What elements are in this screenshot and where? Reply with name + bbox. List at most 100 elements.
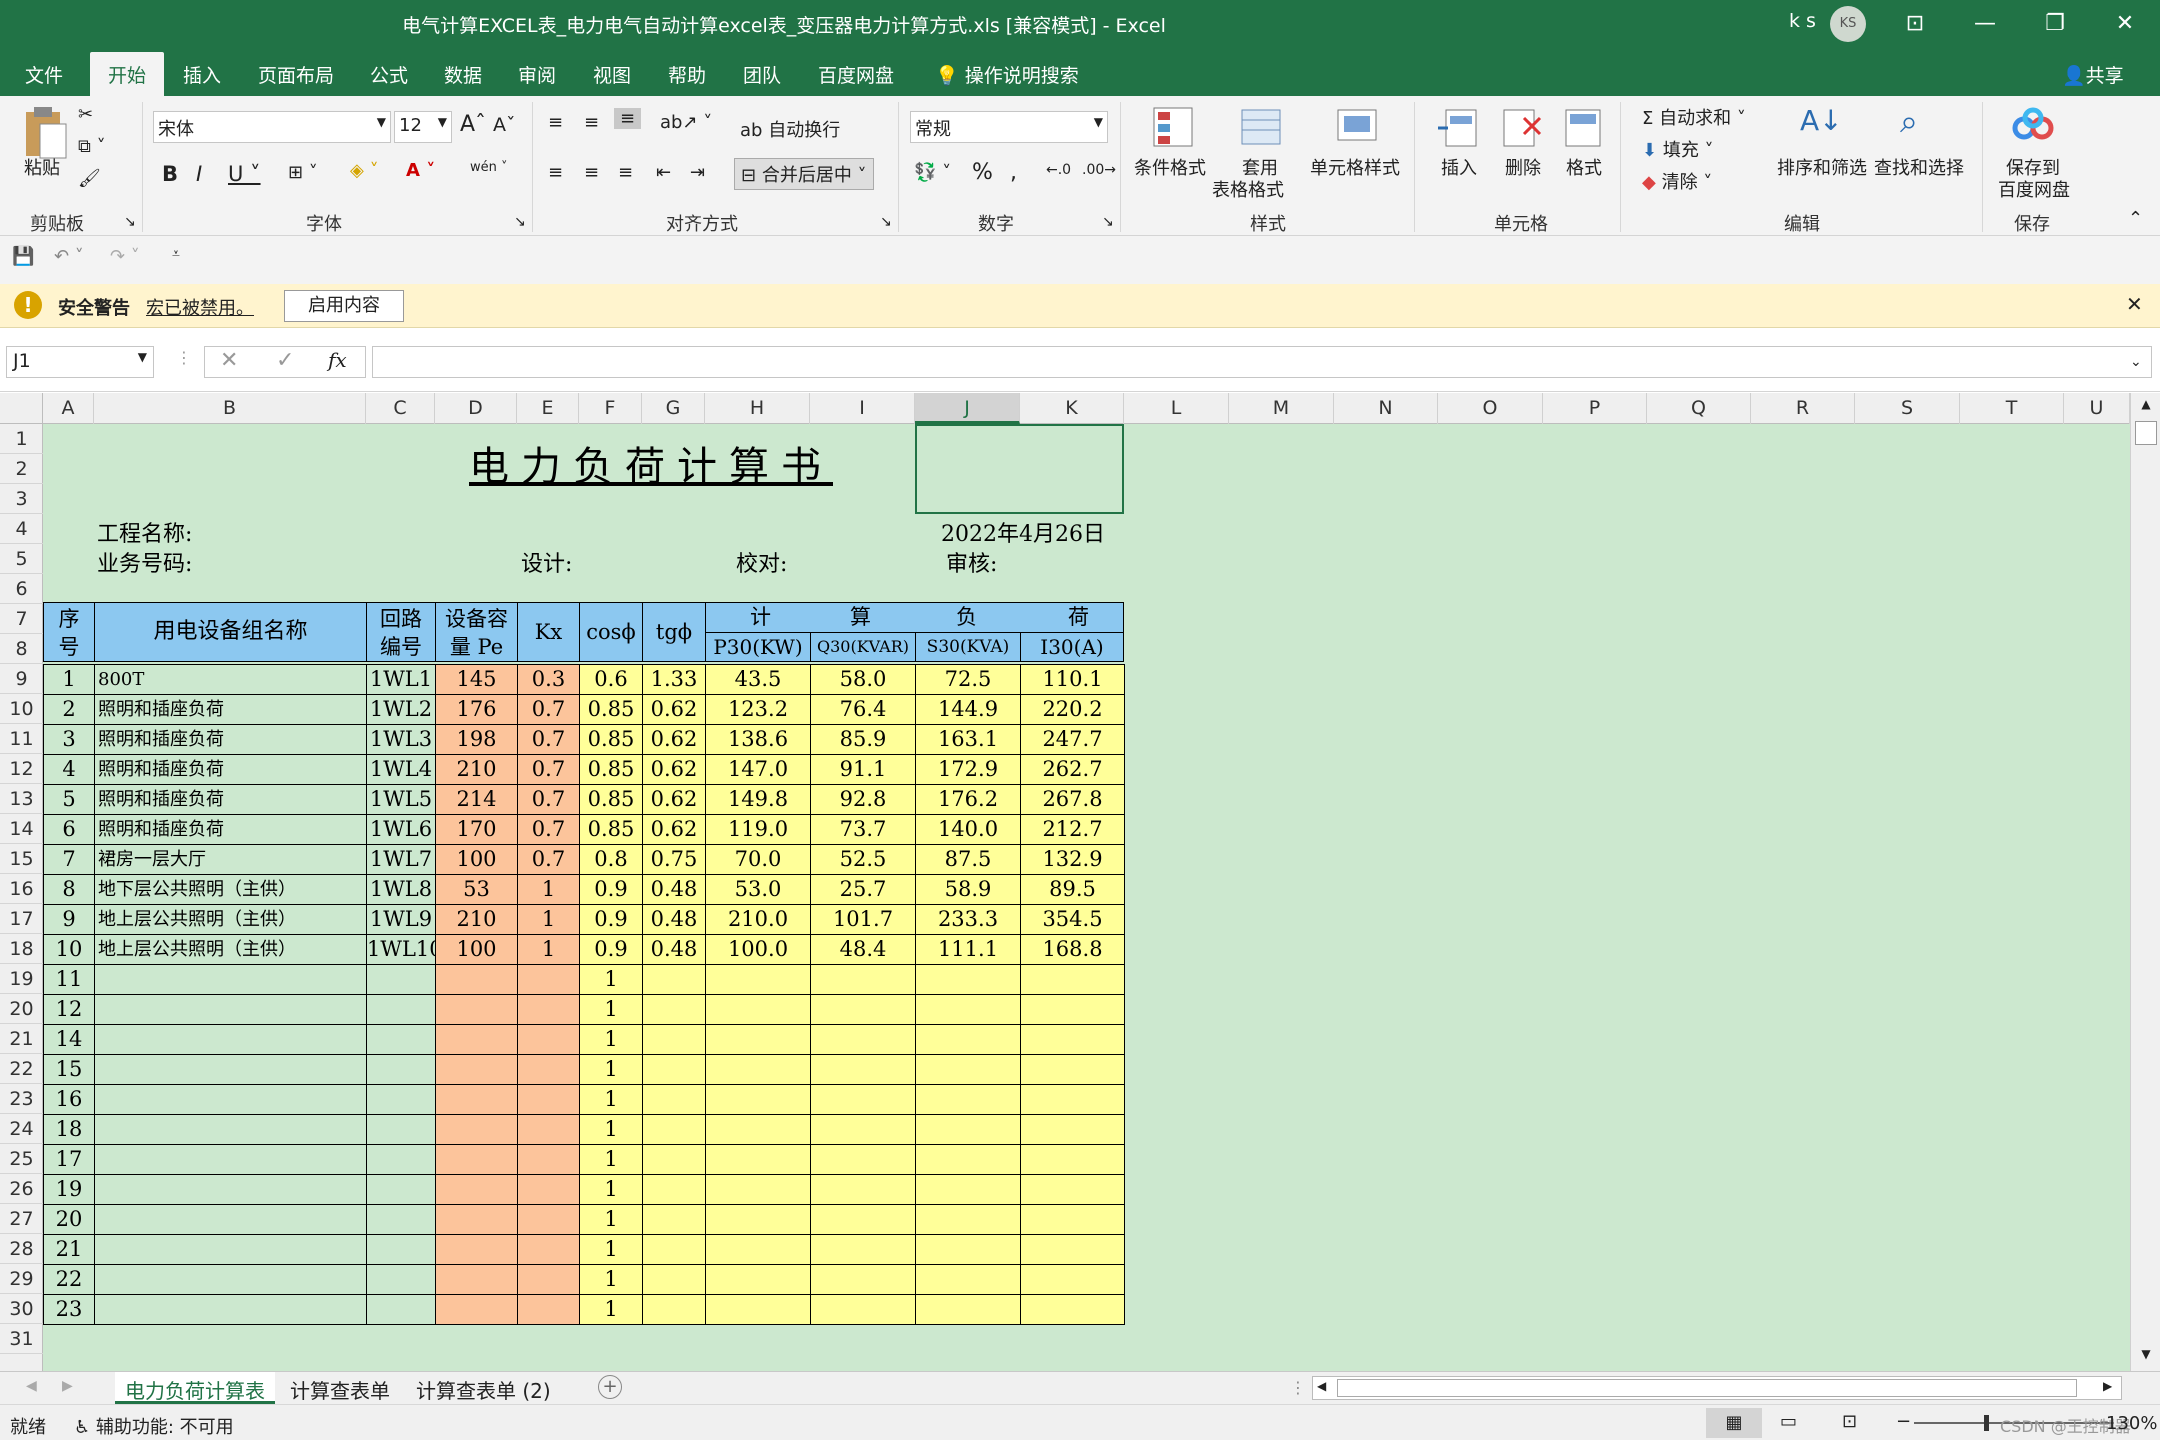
- cell-kx[interactable]: [517, 1114, 580, 1145]
- cell-pe[interactable]: [435, 1114, 518, 1145]
- wrap-text-button[interactable]: ab 自动换行: [740, 116, 840, 142]
- align-right-icon[interactable]: ≡: [618, 162, 633, 183]
- cell-i30[interactable]: 247.7: [1020, 724, 1125, 755]
- merge-center-button[interactable]: ⊟ 合并后居中 ˅: [734, 158, 874, 190]
- cell-cos[interactable]: 1: [579, 1054, 643, 1085]
- cell-q30[interactable]: [810, 1174, 916, 1205]
- cell-s30[interactable]: 140.0: [915, 814, 1021, 845]
- cell-kx[interactable]: 0.7: [517, 784, 580, 815]
- cell-q30[interactable]: 85.9: [810, 724, 916, 755]
- zoom-level[interactable]: 130%: [2106, 1413, 2157, 1434]
- column-header-B[interactable]: B: [94, 393, 366, 424]
- cell-tg[interactable]: 0.62: [642, 754, 706, 785]
- tab-data[interactable]: 数据: [444, 61, 482, 88]
- cell-kx[interactable]: [517, 1174, 580, 1205]
- cell-seq[interactable]: 4: [43, 754, 95, 785]
- avatar[interactable]: KS: [1830, 6, 1866, 42]
- share-button[interactable]: 👤共享: [2062, 61, 2124, 88]
- clear-button[interactable]: ◆ 清除 ˅: [1642, 168, 1712, 194]
- align-middle-icon[interactable]: ≡: [584, 112, 599, 133]
- sort-filter-button[interactable]: 排序和筛选: [1777, 154, 1867, 180]
- cell-p30[interactable]: [705, 964, 811, 995]
- cell-tg[interactable]: [642, 994, 706, 1025]
- cell-seq[interactable]: 7: [43, 844, 95, 875]
- number-format-select[interactable]: 常规 ▼: [910, 111, 1108, 143]
- row-header-9[interactable]: 9: [0, 664, 43, 694]
- cell-s30[interactable]: 163.1: [915, 724, 1021, 755]
- column-header-Q[interactable]: Q: [1647, 393, 1751, 424]
- cell-q30[interactable]: [810, 1084, 916, 1115]
- cell-s30[interactable]: 58.9: [915, 874, 1021, 905]
- row-header-8[interactable]: 8: [0, 634, 43, 664]
- cell-kx[interactable]: [517, 994, 580, 1025]
- row-header-5[interactable]: 5: [0, 544, 43, 574]
- cell-s30[interactable]: [915, 964, 1021, 995]
- cell-cos[interactable]: 1: [579, 1264, 643, 1295]
- cell-circuit[interactable]: 1WL4: [366, 754, 436, 785]
- row-header-10[interactable]: 10: [0, 694, 43, 724]
- column-header-D[interactable]: D: [435, 393, 517, 424]
- cell-q30[interactable]: 58.0: [810, 664, 916, 695]
- number-launcher-icon[interactable]: ↘: [1102, 214, 1114, 230]
- cell-kx[interactable]: 0.3: [517, 664, 580, 695]
- cell-cos[interactable]: 1: [579, 1024, 643, 1055]
- cell-p30[interactable]: 119.0: [705, 814, 811, 845]
- cell-tg[interactable]: 0.75: [642, 844, 706, 875]
- cell-circuit[interactable]: 1WL6: [366, 814, 436, 845]
- horizontal-scrollbar[interactable]: ◀ ▶: [1312, 1376, 2122, 1400]
- cell-p30[interactable]: [705, 1234, 811, 1265]
- cell-p30[interactable]: [705, 1024, 811, 1055]
- cell-tg[interactable]: [642, 1084, 706, 1115]
- cell-name[interactable]: [94, 1084, 367, 1115]
- cell-s30[interactable]: [915, 1114, 1021, 1145]
- cell-i30[interactable]: [1020, 964, 1125, 995]
- cell-q30[interactable]: 73.7: [810, 814, 916, 845]
- cell-kx[interactable]: [517, 1264, 580, 1295]
- cell-i30[interactable]: [1020, 1084, 1125, 1115]
- column-header-H[interactable]: H: [705, 393, 810, 424]
- row-header-30[interactable]: 30: [0, 1294, 43, 1324]
- cell-pe[interactable]: 214: [435, 784, 518, 815]
- alignment-launcher-icon[interactable]: ↘: [880, 214, 892, 230]
- column-header-G[interactable]: G: [642, 393, 705, 424]
- cell-s30[interactable]: 233.3: [915, 904, 1021, 935]
- cell-seq[interactable]: 9: [43, 904, 95, 935]
- cell-seq[interactable]: 23: [43, 1294, 95, 1325]
- cell-pe[interactable]: [435, 1234, 518, 1265]
- cell-pe[interactable]: [435, 1144, 518, 1175]
- cell-i30[interactable]: [1020, 1264, 1125, 1295]
- cell-cos[interactable]: 0.9: [579, 934, 643, 965]
- cell-seq[interactable]: 14: [43, 1024, 95, 1055]
- cell-q30[interactable]: [810, 1114, 916, 1145]
- cell-p30[interactable]: 123.2: [705, 694, 811, 725]
- cell-cos[interactable]: 0.85: [579, 814, 643, 845]
- tab-file[interactable]: 文件: [25, 61, 63, 88]
- row-header-13[interactable]: 13: [0, 784, 43, 814]
- cell-name[interactable]: 照明和插座负荷: [94, 724, 367, 755]
- font-launcher-icon[interactable]: ↘: [514, 214, 526, 230]
- minimize-icon[interactable]: —: [1950, 0, 2020, 47]
- column-header-C[interactable]: C: [366, 393, 435, 424]
- sort-filter-icon[interactable]: A↓: [1800, 104, 1843, 137]
- cell-pe[interactable]: 53: [435, 874, 518, 905]
- cell-seq[interactable]: 22: [43, 1264, 95, 1295]
- font-color-icon[interactable]: A ˅: [406, 160, 435, 181]
- cell-tg[interactable]: 0.48: [642, 934, 706, 965]
- cell-q30[interactable]: [810, 994, 916, 1025]
- cell-seq[interactable]: 21: [43, 1234, 95, 1265]
- column-header-P[interactable]: P: [1543, 393, 1647, 424]
- cell-name[interactable]: [94, 994, 367, 1025]
- cell-p30[interactable]: [705, 1114, 811, 1145]
- row-header-26[interactable]: 26: [0, 1174, 43, 1204]
- cell-cos[interactable]: 0.85: [579, 694, 643, 725]
- tab-view[interactable]: 视图: [593, 61, 631, 88]
- cell-pe[interactable]: [435, 964, 518, 995]
- cell-q30[interactable]: 76.4: [810, 694, 916, 725]
- cell-seq[interactable]: 18: [43, 1114, 95, 1145]
- cell-q30[interactable]: [810, 1024, 916, 1055]
- cell-name[interactable]: 照明和插座负荷: [94, 754, 367, 785]
- cell-circuit[interactable]: 1WL7: [366, 844, 436, 875]
- autosum-button[interactable]: Σ 自动求和 ˅: [1642, 104, 1746, 130]
- cell-q30[interactable]: [810, 1234, 916, 1265]
- cell-seq[interactable]: 16: [43, 1084, 95, 1115]
